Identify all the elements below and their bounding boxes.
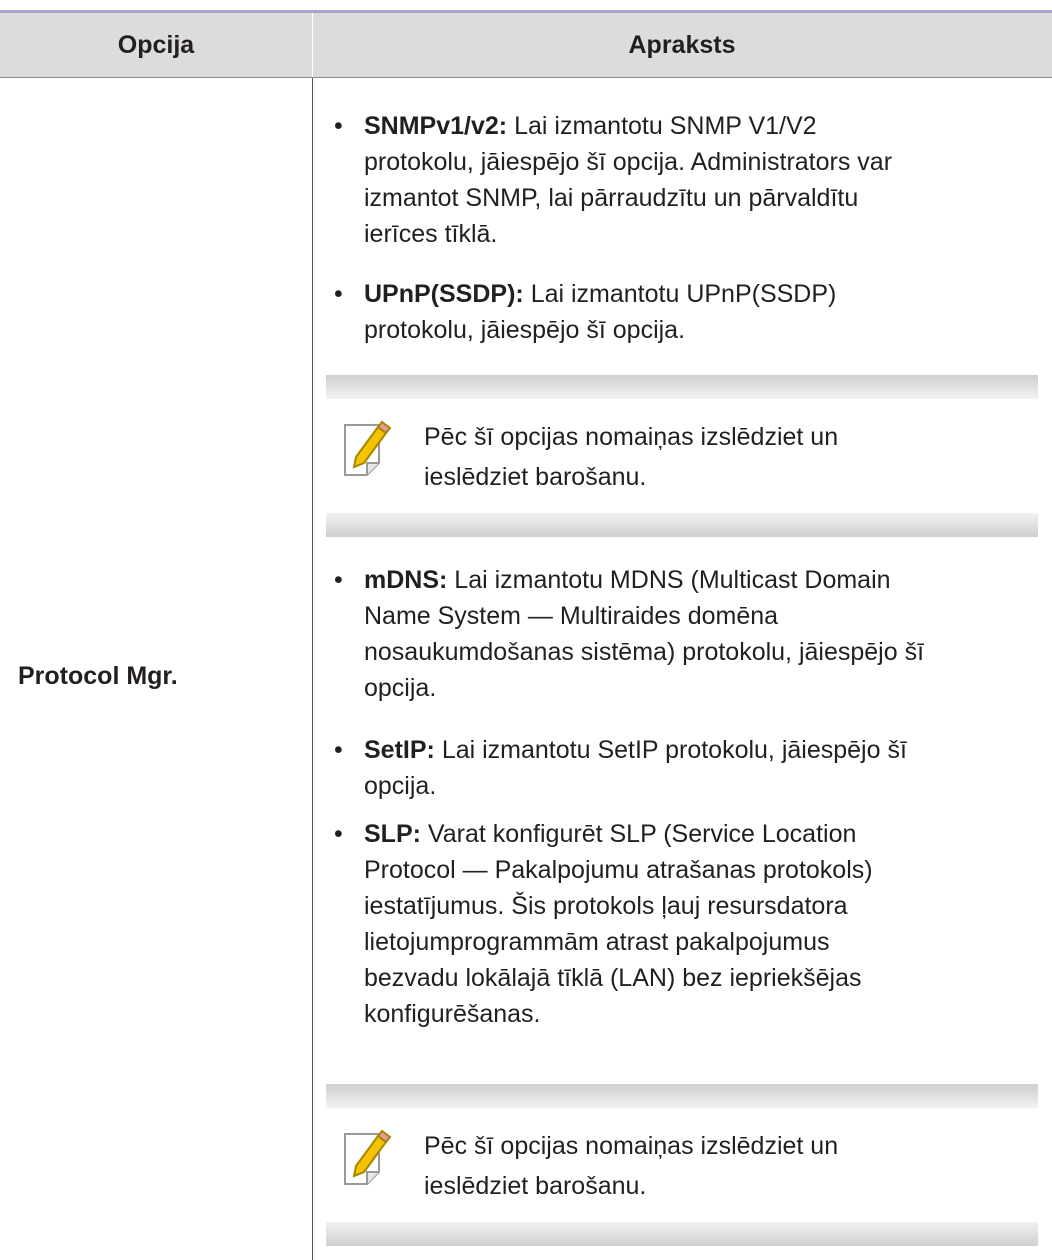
text-line: bezvadu lokālajā tīklā (LAN) bez iepriek… [364,964,862,992]
note-pencil-icon [344,420,392,476]
text-line: nosaukumdošanas sistēma) protokolu, jāie… [364,638,925,666]
option-label: Protocol Mgr. [18,662,178,690]
list-item-text: UPnP(SSDP): Lai izmantotu UPnP(SSDP) pro… [364,276,1000,348]
list-item-text: SLP: Varat konfigurēt SLP (Service Locat… [364,816,1000,1032]
text-line: izmantot SNMP, lai pārraudzītu un pārval… [364,184,859,212]
bullet-dot: • [334,112,343,140]
text-line: protokolu, jāiespējo šī opcija. Administ… [364,148,893,176]
text-line: Lai izmantotu MDNS (Multicast Domain [454,566,891,594]
text-line: Lai izmantotu SetIP protokolu, jāiespējo… [441,736,907,764]
note-box: Pēc šī opcijas nomaiņas izslēdziet un ie… [326,1084,1038,1246]
note-text: Pēc šī opcijas nomaiņas izslēdziet un ie… [424,1126,1014,1206]
text-line: Name System — Multiraides domēna [364,602,779,630]
column-divider [312,78,313,1260]
term: mDNS: [364,566,448,594]
header-option: Opcija [117,31,195,59]
text-line: opcija. [364,772,437,800]
text-line: iestatījumus. Šis protokols ļauj resursd… [364,892,848,920]
text-line: lietojumprogrammām atrast pakalpojumus [364,928,830,956]
header-separator [0,77,1052,78]
note-box: Pēc šī opcijas nomaiņas izslēdziet un ie… [326,375,1038,537]
options-table: Opcija Apraksts Protocol Mgr. • SNMPv1/v… [0,0,1052,1260]
text-line: Varat konfigurēt SLP (Service Location [427,820,857,848]
list-item-text: SetIP: Lai izmantotu SetIP protokolu, jā… [364,732,1000,804]
term: SetIP: [364,736,435,764]
text-line: ierīces tīklā. [364,220,498,248]
note-bar-top [326,375,1038,399]
note-text: Pēc šī opcijas nomaiņas izslēdziet un ie… [424,417,1014,497]
text-line: Protocol — Pakalpojumu atrašanas protoko… [364,856,873,884]
text-line: opcija. [364,674,437,702]
bullet-dot: • [334,820,343,848]
note-bar-bottom [326,513,1038,537]
text-line: Lai izmantotu SNMP V1/V2 [514,112,817,140]
text-line: konfigurēšanas. [364,1000,541,1028]
header-description: Apraksts [628,31,736,59]
term: UPnP(SSDP): [364,280,524,308]
text-line: ieslēdziet barošanu. [424,1172,647,1200]
text-line: Pēc šī opcijas nomaiņas izslēdziet un [424,423,839,451]
note-bar-bottom [326,1222,1038,1246]
note-pencil-icon [344,1129,392,1185]
bullet-dot: • [334,280,343,308]
term: SNMPv1/v2: [364,112,508,140]
list-item-text: mDNS: Lai izmantotu MDNS (Multicast Doma… [364,562,1000,706]
text-line: ieslēdziet barošanu. [424,463,647,491]
note-bar-top [326,1084,1038,1108]
bullet-dot: • [334,736,343,764]
list-item-text: SNMPv1/v2: Lai izmantotu SNMP V1/V2 prot… [364,108,1000,252]
text-line: protokolu, jāiespējo šī opcija. [364,316,686,344]
table-header: Opcija Apraksts [0,13,1052,77]
bullet-dot: • [334,566,343,594]
text-line: Pēc šī opcijas nomaiņas izslēdziet un [424,1132,839,1160]
term: SLP: [364,820,421,848]
text-line: Lai izmantotu UPnP(SSDP) [530,280,837,308]
